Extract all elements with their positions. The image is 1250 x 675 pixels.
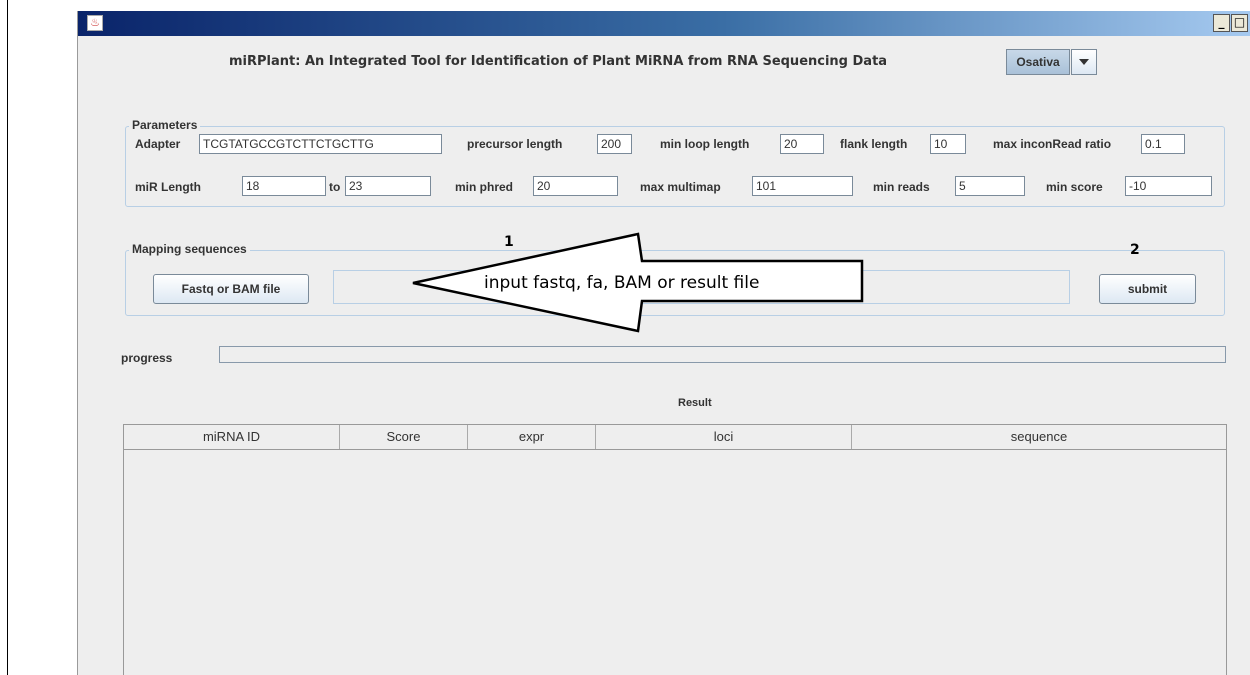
mir-length-label: miR Length xyxy=(135,180,201,194)
min-phred-field[interactable]: 20 xyxy=(533,176,618,196)
precursor-length-label: precursor length xyxy=(467,137,563,151)
progress-label: progress xyxy=(121,351,173,365)
result-title: Result xyxy=(678,397,712,409)
chevron-down-icon[interactable] xyxy=(1071,49,1097,75)
min-phred-label: min phred xyxy=(455,180,514,194)
column-header-expr[interactable]: expr xyxy=(468,425,596,449)
mir-length-to-label: to xyxy=(329,180,341,194)
app-title: miRPlant: An Integrated Tool for Identif… xyxy=(229,54,888,69)
adapter-label: Adapter xyxy=(135,137,181,151)
annotation-step-1: 1 xyxy=(504,234,514,250)
min-loop-length-label: min loop length xyxy=(660,137,750,151)
result-table-body[interactable] xyxy=(123,450,1227,675)
max-inconread-ratio-field[interactable]: 0.1 xyxy=(1141,134,1185,154)
column-header-sequence[interactable]: sequence xyxy=(852,425,1226,449)
min-score-field[interactable]: -10 xyxy=(1125,176,1212,196)
annotation-arrow-text: input fastq, fa, BAM or result file xyxy=(484,273,760,293)
maximize-button[interactable]: □ xyxy=(1231,14,1248,32)
java-cup-icon: ♨ xyxy=(87,15,103,31)
flank-length-label: flank length xyxy=(840,137,908,151)
column-header-mirna-id[interactable]: miRNA ID xyxy=(124,425,340,449)
title-bar: ♨ _ □ xyxy=(78,11,1250,36)
min-loop-length-field[interactable]: 20 xyxy=(780,134,824,154)
precursor-length-field[interactable]: 200 xyxy=(597,134,632,154)
mir-length-to-field[interactable]: 23 xyxy=(345,176,431,196)
fastq-or-bam-file-button[interactable]: Fastq or BAM file xyxy=(153,274,309,304)
max-multimap-label: max multimap xyxy=(640,180,721,194)
adapter-field[interactable]: TCGTATGCCGTCTTCTGCTTG xyxy=(199,134,442,154)
column-header-loci[interactable]: loci xyxy=(596,425,852,449)
species-dropdown[interactable]: Osativa xyxy=(1006,49,1098,75)
min-reads-label: min reads xyxy=(873,180,930,194)
page-border-line xyxy=(7,0,8,675)
column-header-score[interactable]: Score xyxy=(340,425,468,449)
min-reads-field[interactable]: 5 xyxy=(955,176,1025,196)
app-window: ♨ _ □ miRPlant: An Integrated Tool for I… xyxy=(77,11,1250,675)
mapping-sequences-group-title: Mapping sequences xyxy=(129,242,250,256)
flank-length-field[interactable]: 10 xyxy=(930,134,966,154)
minimize-button[interactable]: _ xyxy=(1213,14,1230,32)
mir-length-from-field[interactable]: 18 xyxy=(242,176,326,196)
submit-button[interactable]: submit xyxy=(1099,274,1196,304)
species-selected-value: Osativa xyxy=(1006,49,1070,75)
parameters-group-title: Parameters xyxy=(129,118,201,132)
max-inconread-ratio-label: max inconRead ratio xyxy=(993,137,1112,151)
min-score-label: min score xyxy=(1046,180,1103,194)
max-multimap-field[interactable]: 101 xyxy=(752,176,853,196)
progress-bar xyxy=(219,346,1226,363)
annotation-step-2: 2 xyxy=(1130,242,1140,258)
result-table-header: miRNA ID Score expr loci sequence xyxy=(123,424,1227,450)
